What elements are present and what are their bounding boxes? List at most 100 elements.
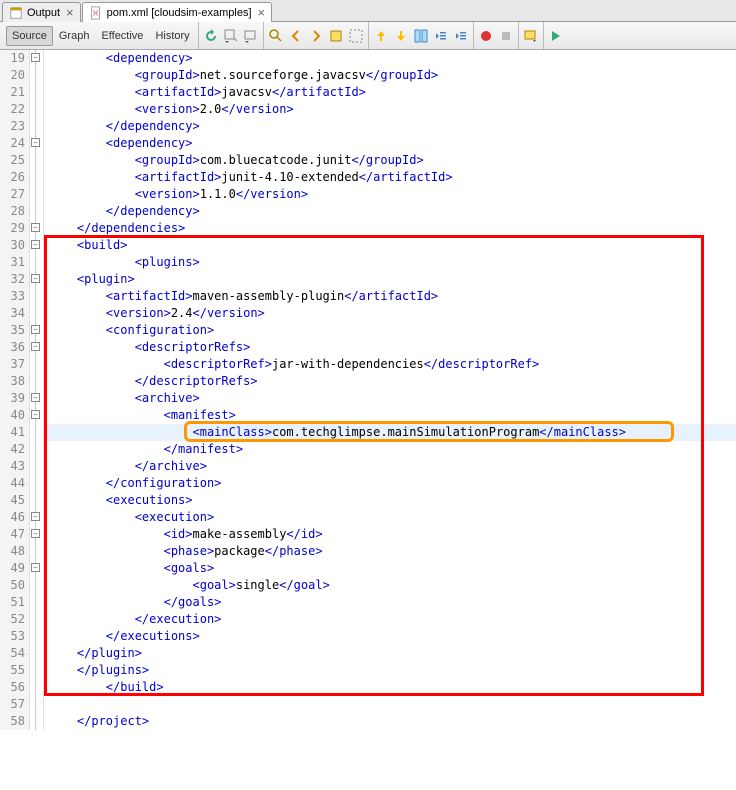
fold-toggle[interactable]: − bbox=[31, 240, 40, 249]
mode-graph[interactable]: Graph bbox=[53, 26, 96, 46]
code-line[interactable]: <build> bbox=[44, 237, 736, 254]
line-number: 51 bbox=[0, 594, 29, 611]
line-number: 31 bbox=[0, 254, 29, 271]
line-number: 26 bbox=[0, 169, 29, 186]
code-line[interactable]: <mainClass>com.techglimpse.mainSimulatio… bbox=[44, 424, 736, 441]
code-line[interactable]: </descriptorRefs> bbox=[44, 373, 736, 390]
code-line[interactable]: </dependencies> bbox=[44, 220, 736, 237]
mode-history[interactable]: History bbox=[149, 26, 195, 46]
fold-toggle[interactable]: − bbox=[31, 342, 40, 351]
format-icon[interactable] bbox=[523, 28, 539, 44]
find-icon[interactable] bbox=[268, 28, 284, 44]
fold-toggle[interactable]: − bbox=[31, 410, 40, 419]
view-modes: Source Graph Effective History bbox=[4, 22, 199, 49]
line-number: 32 bbox=[0, 271, 29, 288]
code-line[interactable]: </configuration> bbox=[44, 475, 736, 492]
close-icon[interactable]: × bbox=[66, 5, 74, 20]
code-line[interactable]: <executions> bbox=[44, 492, 736, 509]
mode-source[interactable]: Source bbox=[6, 26, 53, 46]
code-line[interactable]: <groupId>com.bluecatcode.junit</groupId> bbox=[44, 152, 736, 169]
refresh-icon[interactable] bbox=[203, 28, 219, 44]
outdent-icon[interactable] bbox=[433, 28, 449, 44]
line-number: 54 bbox=[0, 645, 29, 662]
fold-toggle[interactable]: − bbox=[31, 325, 40, 334]
code-line[interactable]: </plugin> bbox=[44, 645, 736, 662]
diff-icon[interactable] bbox=[413, 28, 429, 44]
line-number: 48 bbox=[0, 543, 29, 560]
code-line[interactable]: </dependency> bbox=[44, 118, 736, 135]
stop-icon[interactable] bbox=[498, 28, 514, 44]
code-line[interactable]: <artifactId>junit-4.10-extended</artifac… bbox=[44, 169, 736, 186]
code-line[interactable]: </archive> bbox=[44, 458, 736, 475]
mode-effective[interactable]: Effective bbox=[95, 26, 149, 46]
line-number: 46 bbox=[0, 509, 29, 526]
line-number: 56 bbox=[0, 679, 29, 696]
code-line[interactable]: <plugins> bbox=[44, 254, 736, 271]
record-icon[interactable] bbox=[478, 28, 494, 44]
code-line[interactable]: <phase>package</phase> bbox=[44, 543, 736, 560]
next-icon[interactable] bbox=[308, 28, 324, 44]
code-line[interactable]: <configuration> bbox=[44, 322, 736, 339]
code-line[interactable]: </goals> bbox=[44, 594, 736, 611]
line-number: 21 bbox=[0, 84, 29, 101]
dropdown2-icon[interactable] bbox=[243, 28, 259, 44]
code-line[interactable]: <version>2.0</version> bbox=[44, 101, 736, 118]
code-line[interactable]: <archive> bbox=[44, 390, 736, 407]
code-line[interactable]: </dependency> bbox=[44, 203, 736, 220]
nav-up-icon[interactable] bbox=[373, 28, 389, 44]
line-number: 57 bbox=[0, 696, 29, 713]
code-line[interactable]: <id>make-assembly</id> bbox=[44, 526, 736, 543]
fold-toggle[interactable]: − bbox=[31, 274, 40, 283]
code-line[interactable]: <dependency> bbox=[44, 135, 736, 152]
close-icon[interactable]: × bbox=[258, 5, 266, 20]
tab-output[interactable]: Output × bbox=[2, 2, 81, 22]
code-line[interactable]: <manifest> bbox=[44, 407, 736, 424]
code-line[interactable] bbox=[44, 696, 736, 713]
line-number: 44 bbox=[0, 475, 29, 492]
line-number: 45 bbox=[0, 492, 29, 509]
code-line[interactable]: </manifest> bbox=[44, 441, 736, 458]
code-line[interactable]: <dependency> bbox=[44, 50, 736, 67]
fold-toggle[interactable]: − bbox=[31, 563, 40, 572]
fold-toggle[interactable]: − bbox=[31, 512, 40, 521]
code-line[interactable]: <artifactId>maven-assembly-plugin</artif… bbox=[44, 288, 736, 305]
fold-column[interactable]: − − − − − − − − − − − − bbox=[30, 50, 44, 730]
xml-file-icon bbox=[89, 6, 103, 20]
line-number: 30 bbox=[0, 237, 29, 254]
code-line[interactable]: <version>1.1.0</version> bbox=[44, 186, 736, 203]
code-line[interactable]: <execution> bbox=[44, 509, 736, 526]
code-line[interactable]: <descriptorRefs> bbox=[44, 339, 736, 356]
code-line[interactable]: <goals> bbox=[44, 560, 736, 577]
code-line[interactable]: <descriptorRef>jar-with-dependencies</de… bbox=[44, 356, 736, 373]
code-line[interactable]: </execution> bbox=[44, 611, 736, 628]
dropdown-icon[interactable] bbox=[223, 28, 239, 44]
line-number: 40 bbox=[0, 407, 29, 424]
code-line[interactable]: <version>2.4</version> bbox=[44, 305, 736, 322]
prev-icon[interactable] bbox=[288, 28, 304, 44]
code-line[interactable]: </executions> bbox=[44, 628, 736, 645]
select-rect-icon[interactable] bbox=[348, 28, 364, 44]
line-number: 25 bbox=[0, 152, 29, 169]
code-line[interactable]: </project> bbox=[44, 713, 736, 730]
line-number: 52 bbox=[0, 611, 29, 628]
code-line[interactable]: </build> bbox=[44, 679, 736, 696]
code-editor[interactable]: 1920212223242526272829303132333435363738… bbox=[0, 50, 736, 730]
fold-toggle[interactable]: − bbox=[31, 393, 40, 402]
highlight-icon[interactable] bbox=[328, 28, 344, 44]
toolbar-group-5 bbox=[519, 22, 544, 49]
fold-toggle[interactable]: − bbox=[31, 138, 40, 147]
code-line[interactable]: <goal>single</goal> bbox=[44, 577, 736, 594]
code-line[interactable]: </plugins> bbox=[44, 662, 736, 679]
fold-toggle[interactable]: − bbox=[31, 529, 40, 538]
tab-pom[interactable]: pom.xml [cloudsim-examples] × bbox=[82, 2, 272, 22]
code-area[interactable]: <dependency> <groupId>net.sourceforge.ja… bbox=[44, 50, 736, 730]
fold-toggle[interactable]: − bbox=[31, 223, 40, 232]
run-icon[interactable] bbox=[548, 28, 564, 44]
nav-down-icon[interactable] bbox=[393, 28, 409, 44]
output-icon bbox=[9, 6, 23, 20]
code-line[interactable]: <artifactId>javacsv</artifactId> bbox=[44, 84, 736, 101]
code-line[interactable]: <groupId>net.sourceforge.javacsv</groupI… bbox=[44, 67, 736, 84]
code-line[interactable]: <plugin> bbox=[44, 271, 736, 288]
indent-icon[interactable] bbox=[453, 28, 469, 44]
fold-toggle[interactable]: − bbox=[31, 53, 40, 62]
